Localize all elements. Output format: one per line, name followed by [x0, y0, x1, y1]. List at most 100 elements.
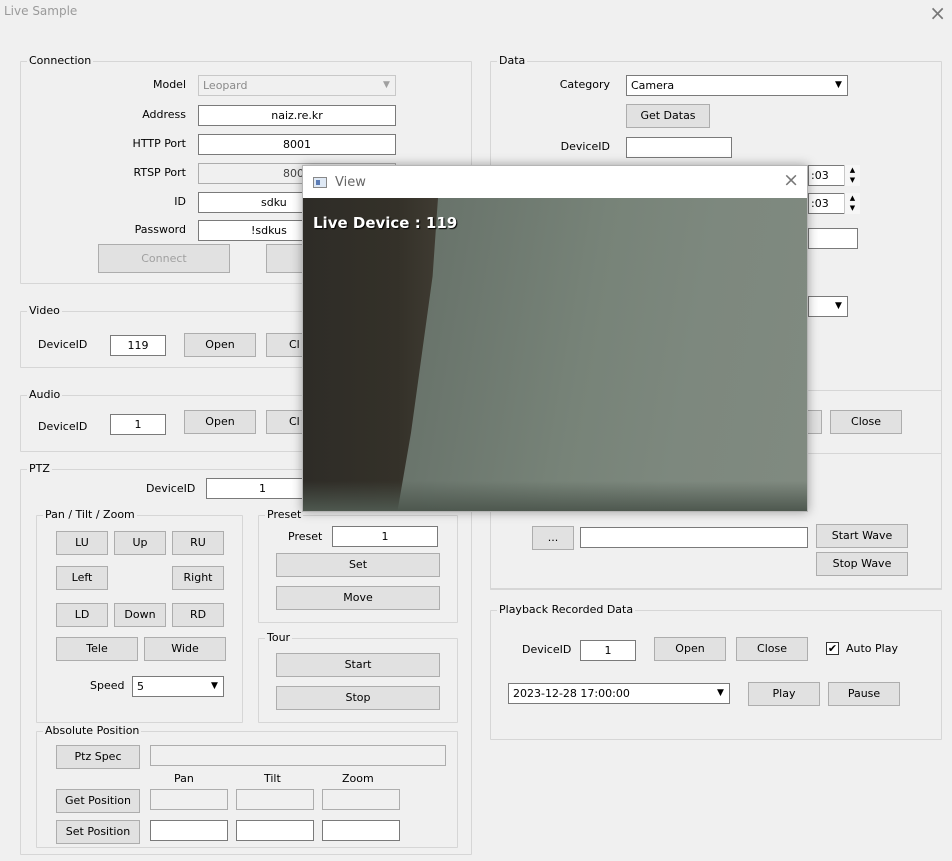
playback-close-button[interactable]: Close	[736, 637, 808, 661]
time2-spinner-icon[interactable]: ▲ ▼	[844, 193, 860, 214]
id-value: sdku	[261, 196, 287, 209]
autoplay-label: Auto Play	[846, 642, 898, 655]
data-deviceid-field[interactable]	[626, 137, 732, 158]
ptz-lu-button[interactable]: LU	[56, 531, 108, 555]
model-value: Leopard	[203, 79, 248, 92]
ptz-tele-button[interactable]: Tele	[56, 637, 138, 661]
playback-deviceid-field[interactable]: 1	[580, 640, 636, 661]
chevron-down-icon: ▼	[211, 681, 218, 691]
tour-stop-button[interactable]: Stop	[276, 686, 440, 710]
password-label: Password	[134, 223, 186, 236]
preset-set-button[interactable]: Set	[276, 553, 440, 577]
pause-button[interactable]: Pause	[828, 682, 900, 706]
ptz-down-button[interactable]: Down	[114, 603, 166, 627]
view-title: View	[335, 175, 366, 190]
playback-datetime-value: 2023-12-28 17:00:00	[513, 687, 630, 700]
live-device-overlay: Live Device : 119	[313, 214, 458, 232]
pan-column-label: Pan	[174, 772, 194, 785]
get-position-button[interactable]: Get Position	[56, 789, 140, 813]
http-port-label: HTTP Port	[132, 137, 186, 150]
ptz-spec-button[interactable]: Ptz Spec	[56, 745, 140, 769]
live-video-frame[interactable]: Live Device : 119	[303, 198, 807, 511]
audio-legend: Audio	[27, 388, 63, 402]
audio-deviceid-field[interactable]: 1	[110, 414, 166, 435]
playback-datetime-picker[interactable]: 2023-12-28 17:00:00 ▼	[508, 683, 730, 704]
ptz-rd-button[interactable]: RD	[172, 603, 224, 627]
wave-browse-button[interactable]: ...	[532, 526, 574, 550]
ptz-legend: PTZ	[27, 462, 52, 476]
ptz-left-button[interactable]: Left	[56, 566, 108, 590]
window-close-icon[interactable]: ×	[929, 0, 946, 28]
category-label: Category	[559, 78, 610, 91]
ptz-up-button[interactable]: Up	[114, 531, 166, 555]
category-value: Camera	[631, 79, 675, 92]
get-pan-field	[150, 789, 228, 810]
audio-output-button[interactable]	[808, 410, 822, 434]
rtsp-port-value: 800	[283, 167, 304, 180]
data-time1-value: :03	[811, 169, 829, 182]
video-floor-shadow	[303, 481, 807, 511]
data-extra-field[interactable]	[808, 228, 858, 249]
play-button[interactable]: Play	[748, 682, 820, 706]
ptz-right-button[interactable]: Right	[172, 566, 224, 590]
start-wave-button[interactable]: Start Wave	[816, 524, 908, 548]
video-wall-shadow	[303, 198, 438, 511]
video-open-button[interactable]: Open	[184, 333, 256, 357]
get-zoom-field	[322, 789, 400, 810]
ptz-deviceid-field[interactable]: 1	[206, 478, 306, 499]
playback-open-button[interactable]: Open	[654, 637, 726, 661]
get-tilt-field	[236, 789, 314, 810]
tour-group: Tour	[258, 631, 458, 723]
video-legend: Video	[27, 304, 62, 318]
video-deviceid-label: DeviceID	[38, 338, 88, 351]
playback-deviceid-label: DeviceID	[522, 643, 572, 656]
ptz-ld-button[interactable]: LD	[56, 603, 108, 627]
set-tilt-field[interactable]	[236, 820, 314, 841]
set-pan-field[interactable]	[150, 820, 228, 841]
password-value: !sdkus	[251, 224, 287, 237]
data-extra-combobox[interactable]: ▼	[808, 296, 848, 317]
preset-field[interactable]: 1	[332, 526, 438, 547]
category-combobox[interactable]: Camera ▼	[626, 75, 848, 96]
chevron-down-icon: ▼	[383, 80, 390, 90]
absolute-position-legend: Absolute Position	[43, 724, 142, 738]
preset-move-button[interactable]: Move	[276, 586, 440, 610]
set-zoom-field[interactable]	[322, 820, 400, 841]
view-close-icon[interactable]: ×	[783, 169, 799, 191]
audio-output-close-button[interactable]: Close	[830, 410, 902, 434]
playback-legend: Playback Recorded Data	[497, 603, 636, 617]
id-label: ID	[174, 195, 186, 208]
ptz-wide-button[interactable]: Wide	[144, 637, 226, 661]
connect-button[interactable]: Connect	[98, 244, 230, 273]
data-deviceid-label: DeviceID	[560, 140, 610, 153]
data-time2-value: :03	[811, 197, 829, 210]
audio-open-button[interactable]: Open	[184, 410, 256, 434]
rtsp-port-label: RTSP Port	[133, 166, 186, 179]
chevron-down-icon: ▼	[835, 80, 842, 90]
pantiltzoom-legend: Pan / Tilt / Zoom	[43, 508, 137, 522]
window-app-icon	[313, 177, 327, 188]
time1-spinner-icon[interactable]: ▲ ▼	[844, 165, 860, 186]
video-deviceid-field[interactable]: 119	[110, 335, 166, 356]
stop-wave-button[interactable]: Stop Wave	[816, 552, 908, 576]
view-window[interactable]: View × Live Device : 119	[302, 165, 808, 512]
preset-legend: Preset	[265, 508, 304, 522]
ptz-speed-combobox[interactable]: 5 ▼	[132, 676, 224, 697]
playback-group: Playback Recorded Data	[490, 603, 942, 740]
tour-start-button[interactable]: Start	[276, 653, 440, 677]
http-port-field[interactable]: 8001	[198, 134, 396, 155]
set-position-button[interactable]: Set Position	[56, 820, 140, 844]
zoom-column-label: Zoom	[342, 772, 374, 785]
data-legend: Data	[497, 54, 528, 68]
ptz-speed-label: Speed	[90, 679, 125, 692]
address-field[interactable]: naiz.re.kr	[198, 105, 396, 126]
autoplay-checkbox[interactable]: ✔	[826, 642, 839, 655]
model-combobox: Leopard ▼	[198, 75, 396, 96]
wave-file-field[interactable]	[580, 527, 808, 548]
chevron-down-icon: ▼	[835, 301, 842, 311]
tour-legend: Tour	[265, 631, 293, 645]
view-titlebar[interactable]: View ×	[303, 166, 807, 198]
get-datas-button[interactable]: Get Datas	[626, 104, 710, 128]
ptz-deviceid-label: DeviceID	[146, 482, 196, 495]
ptz-ru-button[interactable]: RU	[172, 531, 224, 555]
